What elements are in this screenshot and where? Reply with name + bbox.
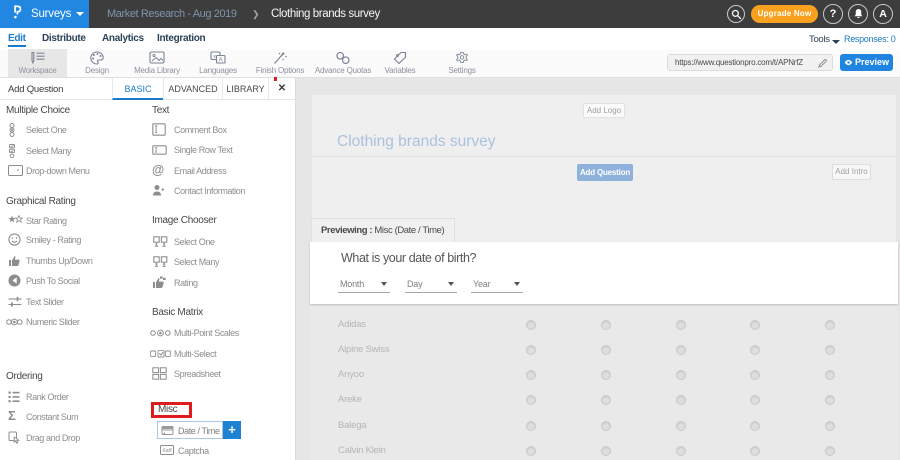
svg-text:x: x: [213, 54, 216, 60]
svg-text:6a8: 6a8: [162, 448, 172, 454]
svg-text:A: A: [219, 58, 223, 64]
